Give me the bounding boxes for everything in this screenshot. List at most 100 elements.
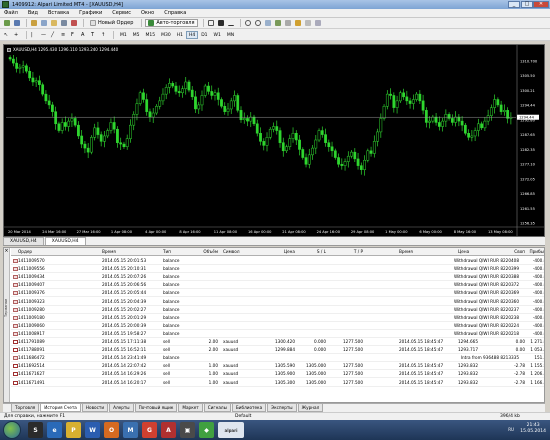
table-row[interactable]: 1411009060 2014.05.15 20:00:39 balance With… [11,322,544,330]
table-row[interactable]: 1411009556 2014.05.15 20:10:31 balance With… [11,265,544,274]
table-row[interactable]: 1411009280 2014.05.15 20:02:27 balance With… [11,306,544,314]
table-row[interactable]: 1411009376 2014.05.15 20:05:44 balance With… [11,289,544,298]
taskbar-app-10[interactable]: alpari [218,422,244,438]
arrows-icon[interactable]: ↑ [100,31,108,39]
terminal-tab-9[interactable]: Журнал [297,404,324,412]
zoom-out-icon[interactable] [254,19,262,27]
terminal-tab-5[interactable]: Маркет [178,404,203,412]
table-row[interactable]: 1411009434 2014.05.15 20:07:26 balance With… [11,273,544,282]
new-order-button[interactable]: Новый Ордер [87,19,136,27]
label-icon[interactable]: T [90,31,98,39]
timeframe-mn[interactable]: MN [224,31,237,39]
menu-view[interactable]: Вид [28,10,38,16]
table-row[interactable]: 1411671491 2014.05.14 16:20:17 sell 1.00 xau… [11,379,544,387]
horizontal-line-icon[interactable]: — [40,31,48,39]
tester-icon[interactable] [70,19,78,27]
table-row[interactable]: 1411009323 2014.05.15 20:04:39 balance With… [11,298,544,306]
equidistant-channel-icon[interactable]: ≡ [60,31,68,39]
timeframe-h4[interactable]: H4 [185,30,199,39]
table-row[interactable]: 1411009180 2014.05.15 20:01:29 balance With… [11,314,544,322]
terminal-icon[interactable] [60,19,68,27]
terminal-tab-4[interactable]: Почтовый ящик [134,404,178,412]
chart-menu-icon[interactable] [7,48,11,52]
autoscroll-icon[interactable] [274,19,282,27]
navigator-icon[interactable] [50,19,58,27]
menu-tools[interactable]: Сервис [112,10,131,16]
taskbar-app-1[interactable]: e [47,422,62,438]
table-row[interactable]: 1411788091 2014.05.15 16:52:11 sell 2.00 xau… [11,346,544,355]
timeframe-w1[interactable]: W1 [211,31,224,39]
timeframe-m1[interactable]: M1 [117,31,130,39]
chart-tab-1[interactable]: XAUUSD,H4 [3,237,44,245]
taskbar-app-3[interactable]: W [85,422,100,438]
terminal-tab-8[interactable]: Эксперты [267,404,297,412]
terminal-tab-2[interactable]: Новости [81,404,109,412]
autotrading-button[interactable]: Авто-торговля [145,19,198,27]
menu-help[interactable]: Справка [164,10,186,16]
zoom-in-icon[interactable] [244,19,252,27]
table-row[interactable]: 1411009407 2014.05.15 20:06:56 balance With… [11,281,544,290]
table-header[interactable]: Ордер Время Тип Объём Символ Цена S / L T / P Вр… [11,248,544,257]
menu-insert[interactable]: Вставка [48,10,69,16]
fibonacci-icon[interactable]: F [70,31,78,39]
candle-body [346,155,350,162]
periods-icon[interactable] [304,19,312,27]
taskbar-app-9[interactable]: ◆ [199,422,214,438]
market-watch-icon[interactable] [30,19,38,27]
templates-icon[interactable] [314,19,322,27]
maximize-button[interactable]: □ [521,1,533,8]
profiles-icon[interactable] [13,19,21,27]
close-button[interactable]: ✕ [533,1,549,8]
terminal-tab-1[interactable]: История Счета [40,404,81,412]
tray-language[interactable]: RU [508,427,514,432]
table-row[interactable]: 1411009570 2014.05.15 20:01:53 balance With… [11,257,544,266]
terminal-tab-0[interactable]: Торговля [11,404,40,412]
table-row[interactable]: 1411008917 2014.05.15 19:58:27 balance With… [11,330,544,338]
table-row[interactable]: 1411686472 2014.05.14 23:41:49 balance Intr… [11,354,544,363]
taskbar-app-0[interactable]: S [28,422,43,438]
tray-clock[interactable]: 21:43 15.05.2014 [520,423,546,435]
taskbar-app-6[interactable]: G [142,422,157,438]
tile-windows-icon[interactable] [264,19,272,27]
cursor-icon[interactable]: ↖ [3,31,11,39]
start-button[interactable] [3,421,21,439]
table-row[interactable]: 1411692514 2014.05.14 22:07:42 sell 1.00 xau… [11,362,544,371]
text-icon[interactable]: A [80,31,88,39]
trendline-icon[interactable]: ╱ [50,31,58,39]
timeframe-m5[interactable]: M5 [130,31,143,39]
taskbar-app-4[interactable]: O [104,422,119,438]
cell-profit: -400.00 [532,306,544,312]
taskbar-app-7[interactable]: A [161,422,176,438]
candlestick-icon[interactable] [217,19,225,27]
candle-body [174,85,178,92]
table-row[interactable]: 1411791089 2014.05.15 17:11:38 sell 2.00 xau… [11,338,544,347]
terminal-tab-6[interactable]: Сигналы [203,404,231,412]
menu-file[interactable]: Файл [4,10,18,16]
new-chart-icon[interactable] [3,19,11,27]
menu-window[interactable]: Окно [141,10,154,16]
close-terminal-icon[interactable]: × [4,248,9,254]
terminal-tab-3[interactable]: Алерты [109,404,134,412]
data-window-icon[interactable] [40,19,48,27]
price-chart[interactable]: 1310.700 1305.50 1300.21 1294.44 1292.80 1287… [3,44,545,237]
timeframe-m30[interactable]: M30 [158,31,174,39]
menu-charts[interactable]: Графики [79,10,102,16]
table-row[interactable]: 1411671627 2014.05.14 16:29:26 sell 1.00 xau… [11,370,544,379]
indicators-icon[interactable] [294,19,302,27]
candle-body [372,141,376,154]
line-chart-icon[interactable] [227,19,235,27]
chart-shift-icon[interactable] [284,19,292,27]
minimize-button[interactable]: _ [508,1,520,8]
chart-tab-2[interactable]: XAUUSD,H4 [44,237,86,245]
terminal-tab-7[interactable]: Библиотека [231,404,267,412]
vertical-line-icon[interactable]: | [30,31,38,39]
taskbar-app-8[interactable]: ▣ [180,422,195,438]
crosshair-icon[interactable]: + [13,31,21,39]
taskbar-app-2[interactable]: P [66,422,81,438]
timeframe-h1[interactable]: H1 [174,31,186,39]
timeframe-m15[interactable]: M15 [143,31,159,39]
cell-order: 1411009407 [18,282,45,288]
timeframe-d1[interactable]: D1 [198,31,210,39]
taskbar-app-5[interactable]: M [123,422,138,438]
bar-chart-icon[interactable] [207,19,215,27]
